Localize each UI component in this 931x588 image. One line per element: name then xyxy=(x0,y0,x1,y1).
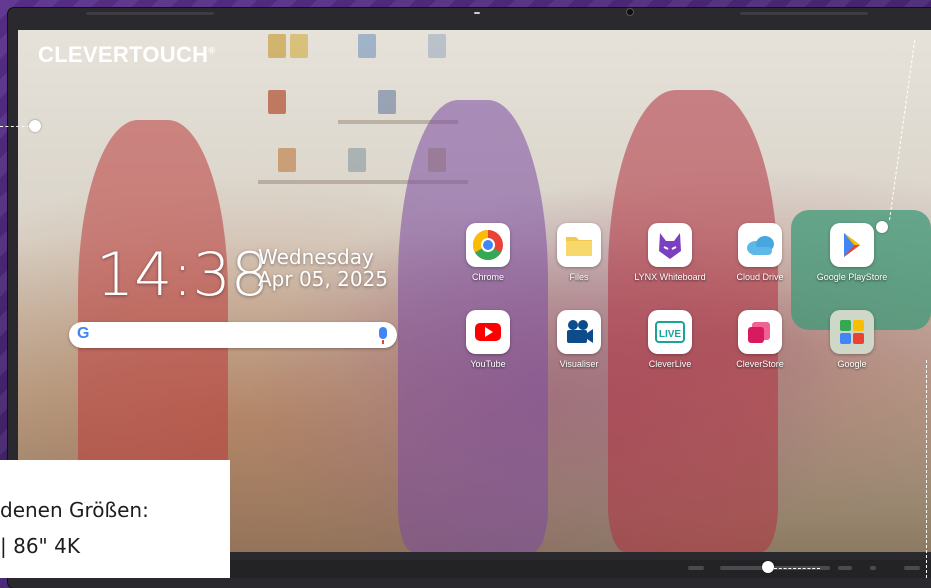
app-youtube[interactable]: YouTube xyxy=(448,310,528,369)
date-label: Apr 05, 2025 xyxy=(258,267,389,291)
camera-icon xyxy=(626,8,634,16)
google-icon: G xyxy=(77,325,90,342)
app-google[interactable]: Google xyxy=(812,310,892,369)
sensor-light xyxy=(474,12,480,14)
bezel-top xyxy=(8,8,931,28)
cloud-icon xyxy=(738,223,782,267)
app-visualiser[interactable]: Visualiser xyxy=(539,310,619,369)
front-port-icon xyxy=(688,566,704,570)
callout-dot xyxy=(876,221,888,233)
hdmi-port-icon xyxy=(904,566,920,570)
info-line-4k: | 86" 4K xyxy=(0,534,80,558)
play-store-icon xyxy=(830,223,874,267)
callout-dot xyxy=(29,120,41,132)
port-icon xyxy=(870,566,876,570)
callout-line xyxy=(926,360,927,578)
info-text-box: denen Größen: | 86" 4K xyxy=(0,460,230,578)
brand-logo: CLEVERTOUCH® xyxy=(38,42,216,67)
lynx-icon xyxy=(648,223,692,267)
live-icon: LIVE xyxy=(648,310,692,354)
svg-text:LIVE: LIVE xyxy=(659,329,682,340)
book xyxy=(378,90,396,114)
app-cleverlive[interactable]: LIVE CleverLive xyxy=(630,310,710,369)
app-cleverstore[interactable]: CleverStore xyxy=(720,310,800,369)
app-cloud-drive[interactable]: Cloud Drive xyxy=(720,223,800,282)
clock-time: 14:38 xyxy=(96,240,269,310)
book xyxy=(268,90,286,114)
book xyxy=(428,34,446,58)
callout-line xyxy=(0,126,30,127)
youtube-icon xyxy=(466,310,510,354)
app-chrome[interactable]: Chrome xyxy=(448,223,528,282)
speaker-slot-right xyxy=(740,12,868,15)
book xyxy=(278,148,296,172)
bezel-bottom-bar xyxy=(230,560,931,578)
callout-line xyxy=(774,568,820,569)
app-lynx-whiteboard[interactable]: LYNX Whiteboard xyxy=(630,223,710,282)
day-label: Wednesday xyxy=(258,245,374,269)
google-search-bar[interactable]: G xyxy=(69,322,397,348)
microphone-icon[interactable] xyxy=(379,327,387,344)
app-files[interactable]: Files xyxy=(539,223,619,282)
speaker-slot-left xyxy=(86,12,214,15)
google-apps-icon xyxy=(830,310,874,354)
chrome-icon xyxy=(466,223,510,267)
book xyxy=(290,34,308,58)
book xyxy=(358,34,376,58)
camera-icon xyxy=(557,310,601,354)
book xyxy=(268,34,286,58)
book xyxy=(348,148,366,172)
clock-date: Wednesday Apr 05, 2025 xyxy=(258,246,388,290)
usb-port-icon xyxy=(838,566,852,570)
callout-dot xyxy=(762,561,774,573)
folder-icon xyxy=(557,223,601,267)
store-icon xyxy=(738,310,782,354)
info-line-sizes: denen Größen: xyxy=(0,498,149,522)
